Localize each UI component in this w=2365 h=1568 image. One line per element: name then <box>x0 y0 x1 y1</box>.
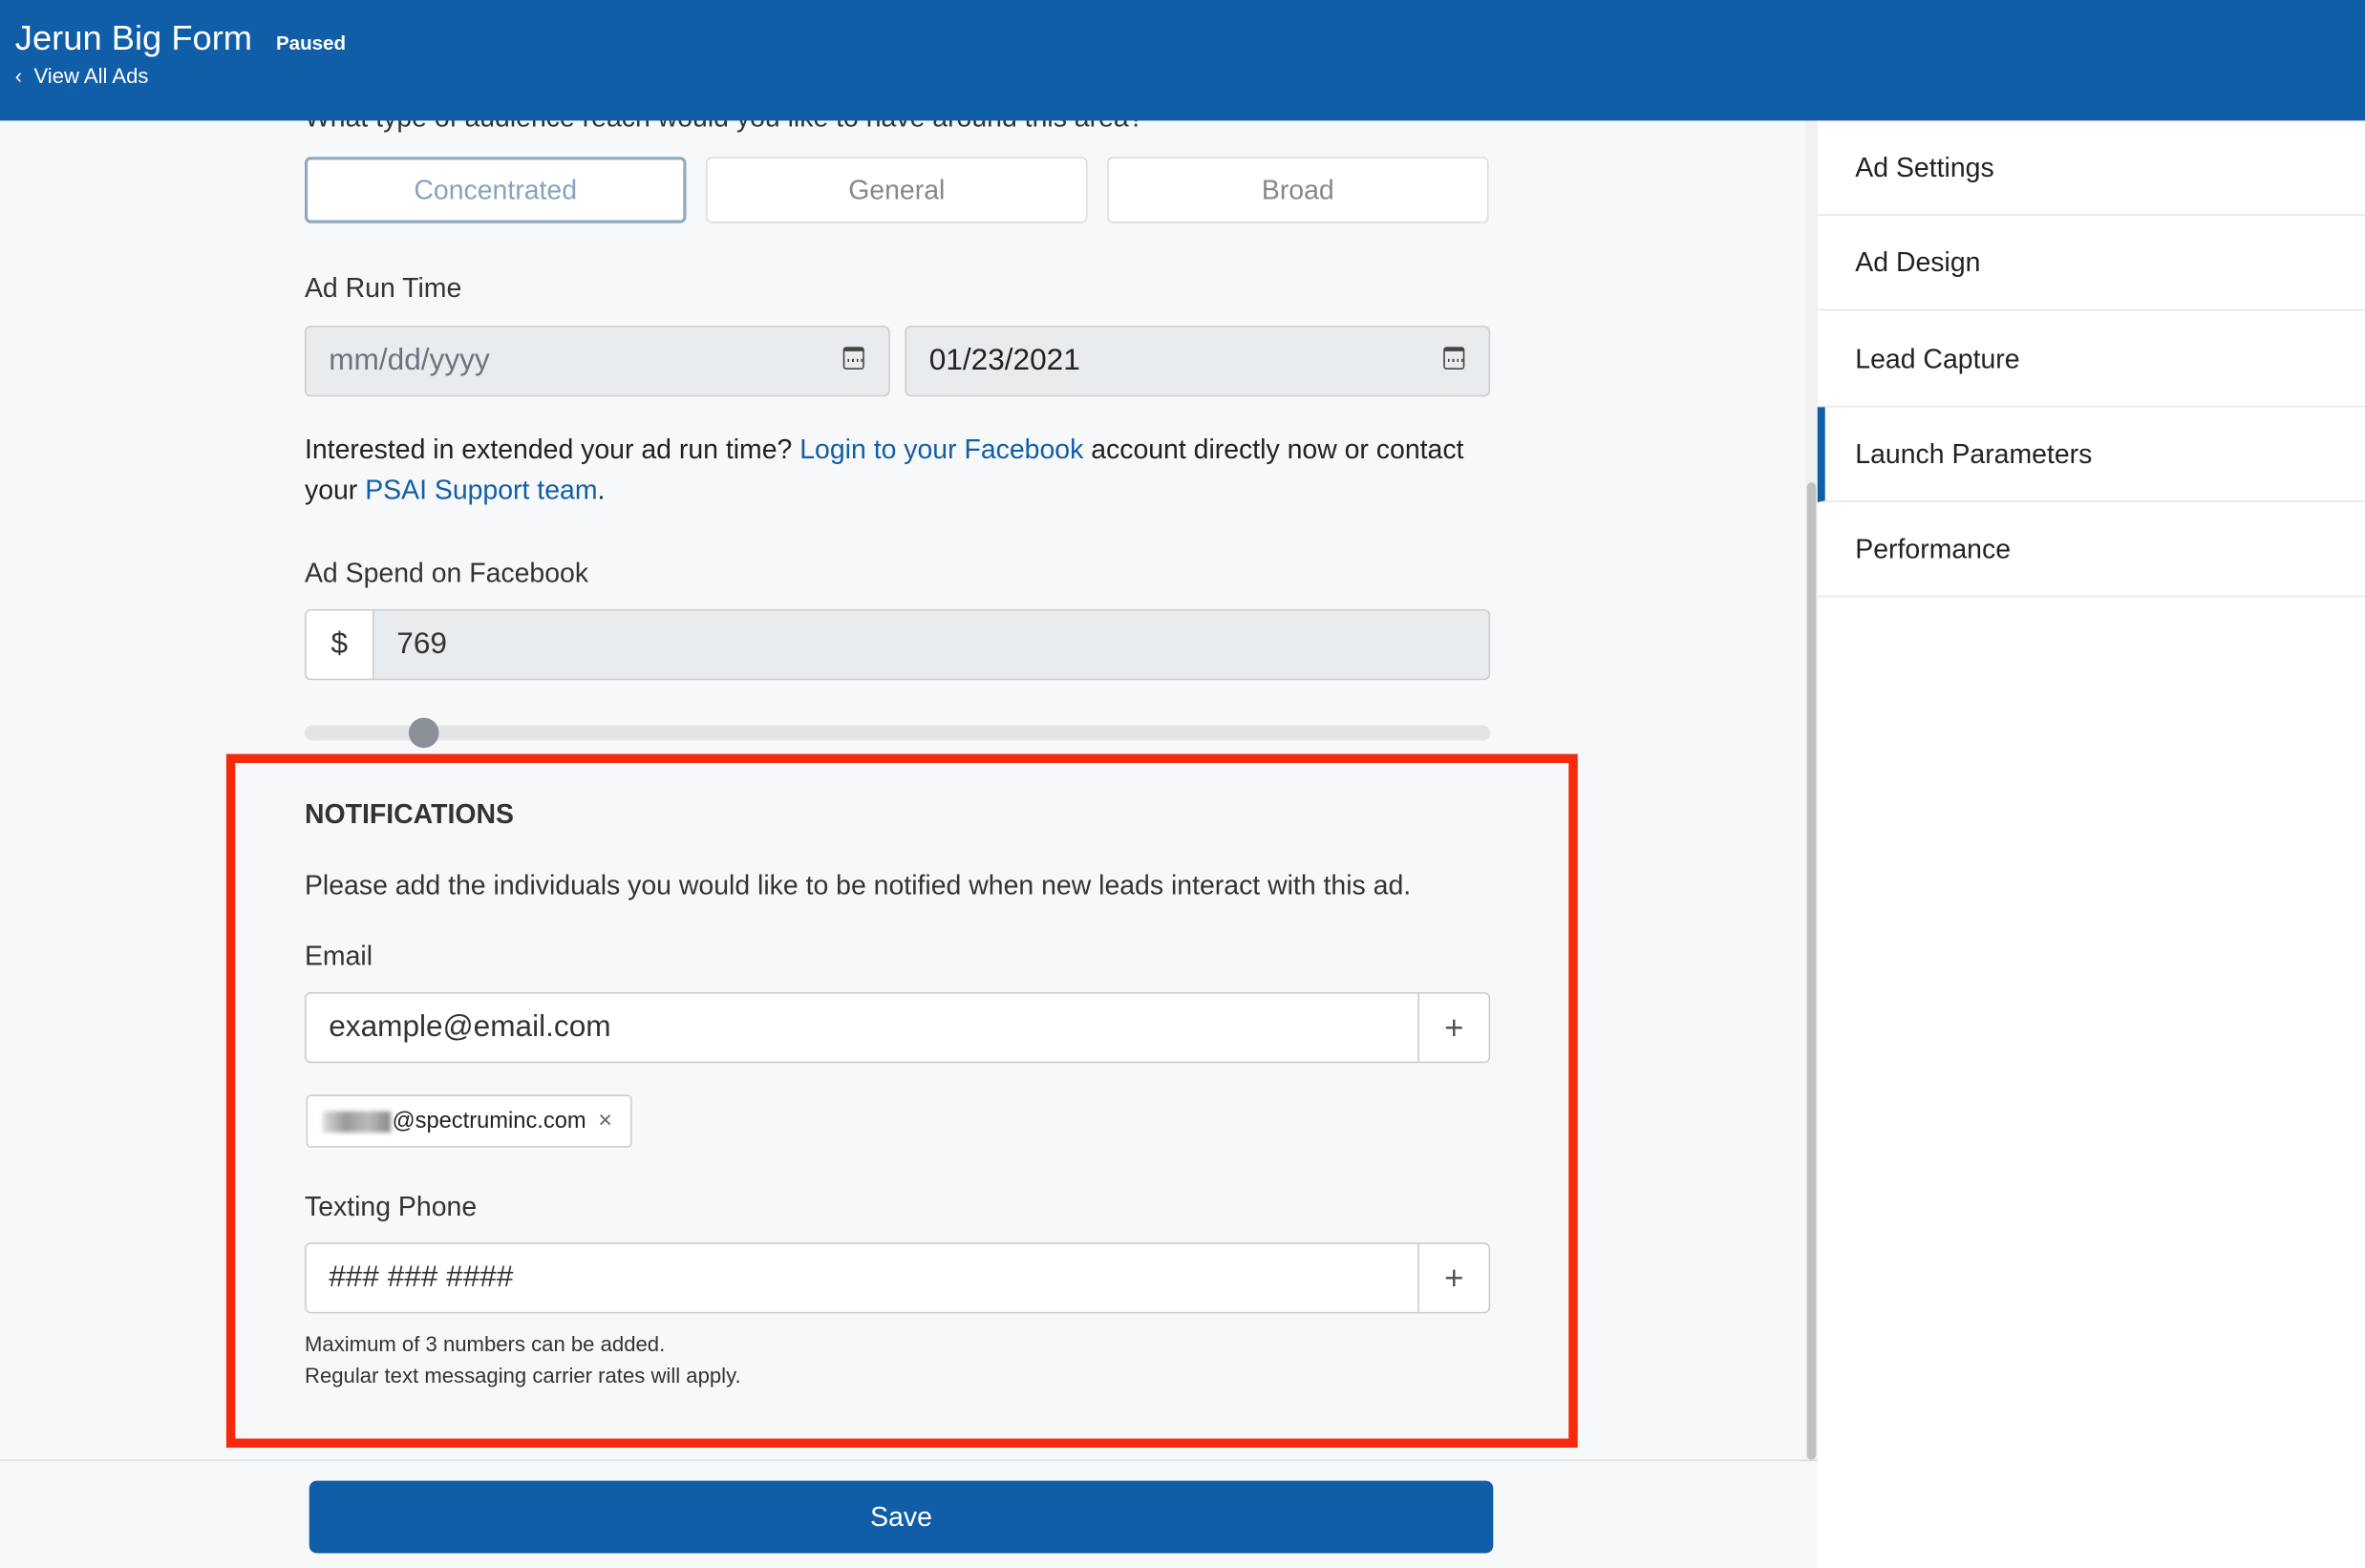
option-broad[interactable]: Broad <box>1107 157 1489 223</box>
ad-spend-input[interactable]: $769 <box>304 608 1491 681</box>
highlight-box <box>225 753 1578 1448</box>
end-date-input[interactable]: 01/23/2021 <box>905 326 1491 397</box>
save-button[interactable]: Save <box>309 1480 1494 1554</box>
calendar-icon[interactable] <box>1443 347 1465 370</box>
view-all-ads-link[interactable]: ‹ View All Ads <box>15 63 149 87</box>
option-concentrated[interactable]: Concentrated <box>304 157 687 223</box>
option-general[interactable]: General <box>706 157 1088 223</box>
text: Interested in extended your ad run time? <box>304 434 800 465</box>
sidebar-item-ad-design[interactable]: Ad Design <box>1817 216 2365 311</box>
ad-spend-label: Ad Spend on Facebook <box>304 558 589 588</box>
text: . <box>597 475 606 505</box>
facebook-login-link[interactable]: Login to your Facebook <box>799 434 1083 465</box>
status-badge: Paused <box>275 32 347 54</box>
back-label: View All Ads <box>33 63 149 88</box>
sidebar-item-lead-capture[interactable]: Lead Capture <box>1817 312 2365 408</box>
page: What type of audience reach would you li… <box>0 0 2365 1568</box>
ad-spend-slider[interactable] <box>304 725 1491 741</box>
sidebar-item-launch-parameters[interactable]: Launch Parameters <box>1817 407 2365 502</box>
page-title: Jerun Big Form <box>14 17 253 58</box>
start-date-placeholder: mm/dd/yyyy <box>329 344 490 377</box>
ad-run-time-label: Ad Run Time <box>304 272 462 304</box>
header: Jerun Big Form Paused ‹ View All Ads <box>0 0 2365 121</box>
scrollbar-thumb[interactable] <box>1806 482 1817 1460</box>
end-date-value: 01/23/2021 <box>928 344 1080 377</box>
start-date-input[interactable]: mm/dd/yyyy <box>304 326 890 397</box>
chevron-left-icon: ‹ <box>14 63 34 88</box>
sidebar-item-ad-settings[interactable]: Ad Settings <box>1817 120 2365 216</box>
extend-run-time-text: Interested in extended your ad run time?… <box>305 430 1496 511</box>
sidebar-item-performance[interactable]: Performance <box>1817 502 2365 598</box>
slider-thumb[interactable] <box>408 717 438 749</box>
currency-addon: $ <box>306 610 374 679</box>
calendar-icon[interactable] <box>842 347 864 370</box>
sidebar: Ad Settings Ad Design Lead Capture Launc… <box>1817 120 2365 1568</box>
support-team-link[interactable]: PSAI Support team <box>365 475 597 505</box>
ad-spend-value[interactable]: 769 <box>374 611 1489 679</box>
